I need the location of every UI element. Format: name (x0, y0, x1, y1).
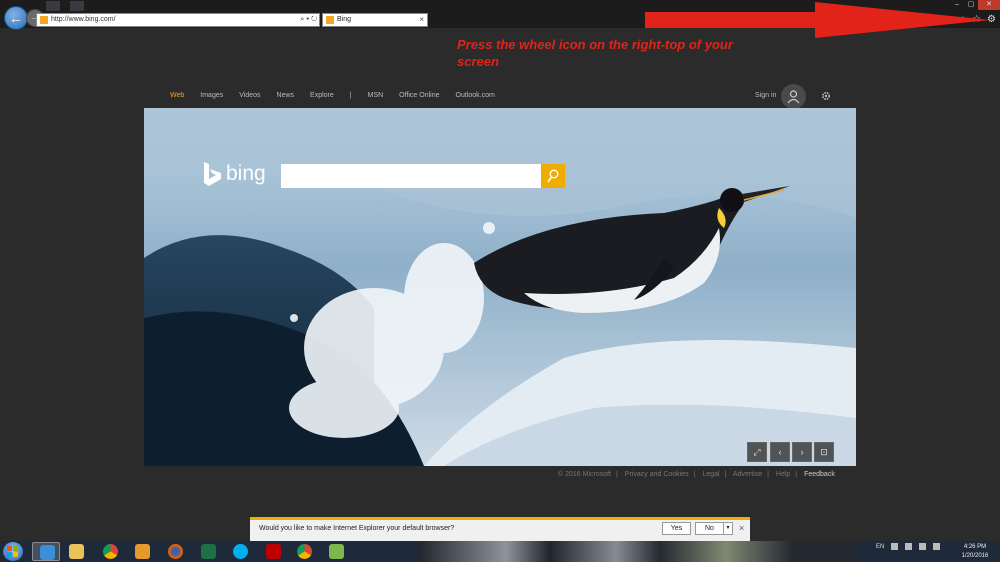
avatar[interactable] (781, 84, 806, 109)
bing-favicon-icon (326, 16, 334, 24)
no-button[interactable]: No ▾ (695, 522, 733, 535)
image-info-icon[interactable]: ⊡ (814, 442, 834, 462)
address-bar[interactable]: http://www.bing.com/ ⌕ ▾ ↻ (36, 13, 320, 27)
annotation-text: Press the wheel icon on the right-top of… (457, 37, 733, 69)
tab-close-icon[interactable]: × (419, 14, 424, 26)
taskbar-skype[interactable] (226, 542, 254, 561)
nav-msn[interactable]: MSN (368, 92, 384, 99)
filezilla-icon (266, 544, 281, 559)
red-arrow-annotation (645, 2, 990, 38)
notification-text: Would you like to make Internet Explorer… (259, 525, 455, 532)
taskbar-file-explorer[interactable] (62, 542, 90, 561)
footer-privacy-link[interactable]: Privacy and Cookies (625, 471, 689, 478)
bing-footer: © 2016 Microsoft | Privacy and Cookies | L… (558, 471, 835, 478)
chevron-down-icon[interactable]: ▾ (723, 523, 732, 534)
folder-icon (69, 544, 84, 559)
tray-up-arrow-icon[interactable] (891, 543, 899, 550)
excel-icon (201, 544, 216, 559)
bing-logo-text: bing (226, 162, 266, 185)
clock-date: 1/20/2016 (961, 553, 989, 559)
volume-icon[interactable] (933, 543, 941, 550)
no-button-label: No (705, 525, 714, 532)
nav-outlook[interactable]: Outlook.com (456, 92, 495, 99)
search-icon (547, 169, 559, 183)
address-search-refresh-icons[interactable]: ⌕ ▾ ↻ (300, 14, 317, 26)
start-button[interactable] (3, 542, 23, 561)
bing-nav: Web Images Videos News Explore | MSN Off… (170, 92, 511, 99)
skype-icon (233, 544, 248, 559)
desktop-icon (46, 1, 60, 11)
notification-close-icon[interactable]: × (739, 522, 744, 535)
media-player-icon (135, 544, 150, 559)
yes-button[interactable]: Yes (662, 522, 691, 535)
nav-images[interactable]: Images (200, 92, 223, 99)
bing-logo-icon (204, 162, 221, 186)
search-button[interactable] (541, 164, 565, 188)
nav-separator: | (349, 92, 352, 99)
taskbar-excel[interactable] (194, 542, 222, 561)
taskbar-media-player[interactable] (128, 542, 156, 561)
nav-news[interactable]: News (277, 92, 295, 99)
nav-videos[interactable]: Videos (239, 92, 260, 99)
chrome-icon (103, 544, 118, 559)
bing-logo[interactable]: bing (202, 162, 266, 186)
bing-settings-gear-icon[interactable] (820, 90, 832, 102)
desktop-wallpaper (418, 541, 858, 562)
address-url[interactable]: http://www.bing.com/ (51, 14, 116, 26)
back-button[interactable]: ← (4, 6, 28, 30)
tab-title: Bing (337, 16, 352, 23)
notepad-app-icon (329, 544, 344, 559)
nav-web[interactable]: Web (170, 92, 184, 99)
clock[interactable]: 4:26 PM 1/20/2016 (955, 543, 995, 561)
footer-feedback-link[interactable]: Feedback (804, 471, 835, 478)
screen: ← → http://www.bing.com/ ⌕ ▾ ↻ Bing × ‒ … (0, 0, 1000, 562)
search-input[interactable] (281, 164, 541, 188)
taskbar-notepad-app[interactable] (322, 542, 350, 561)
taskbar-firefox[interactable] (161, 542, 189, 561)
nav-explore[interactable]: Explore (310, 92, 334, 99)
back-arrow-icon: ← (9, 10, 23, 26)
taskbar-internet-explorer[interactable] (32, 542, 60, 561)
internet-explorer-icon (40, 545, 55, 560)
footer-legal-link[interactable]: Legal (702, 471, 719, 478)
nav-office-online[interactable]: Office Online (399, 92, 439, 99)
windows-logo-icon (7, 546, 18, 557)
footer-advertise-link[interactable]: Advertise (733, 471, 762, 478)
system-tray: EN (876, 543, 941, 550)
footer-help-link[interactable]: Help (776, 471, 790, 478)
desktop-icon (70, 1, 84, 11)
copyright: © 2016 Microsoft (558, 471, 612, 478)
tab-bing[interactable]: Bing × (322, 13, 428, 27)
next-image-button[interactable]: › (792, 442, 812, 462)
taskbar-chrome[interactable] (96, 542, 124, 561)
taskbar-filezilla[interactable] (259, 542, 287, 561)
firefox-icon (168, 544, 183, 559)
fullscreen-icon[interactable]: ⤢ (747, 442, 767, 462)
sign-in-link[interactable]: Sign in (755, 92, 776, 99)
user-icon (787, 90, 800, 104)
flag-icon[interactable] (919, 543, 927, 550)
desktop-icons-strip (46, 1, 84, 11)
previous-image-button[interactable]: ‹ (770, 442, 790, 462)
taskbar-chrome-2[interactable] (290, 542, 318, 561)
clock-time: 4:26 PM (963, 544, 987, 550)
network-icon[interactable] (905, 543, 913, 550)
bing-favicon-icon (40, 16, 48, 24)
language-indicator[interactable]: EN (876, 544, 884, 550)
chrome-icon (297, 544, 312, 559)
